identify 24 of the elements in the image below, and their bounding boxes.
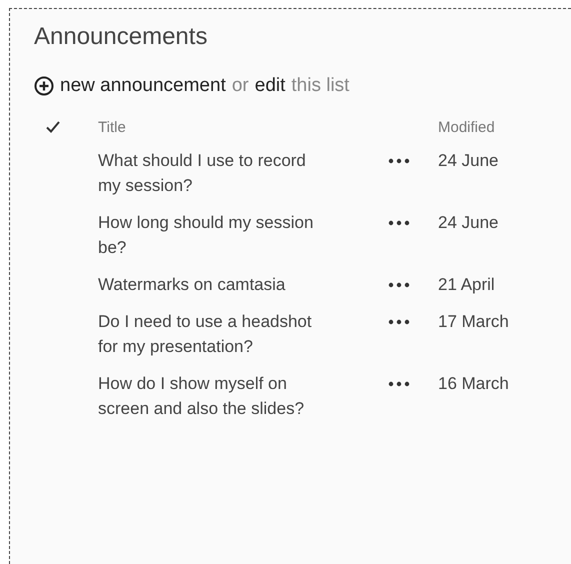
column-header[interactable]: Title — [98, 119, 388, 136]
modified-date: 16 March — [438, 373, 510, 395]
announcement-title[interactable]: Do I need to use a headshot for my presentation? — [98, 309, 330, 359]
modified-date: 21 April — [438, 274, 496, 296]
modified-date: 24 June — [438, 150, 500, 172]
action-link[interactable]: edit — [254, 75, 286, 97]
more-options-icon[interactable] — [388, 282, 410, 288]
column-header[interactable]: Modified — [438, 119, 571, 136]
more-options-icon[interactable] — [388, 220, 410, 226]
announcement-title[interactable]: How long should my session be? — [98, 210, 330, 260]
more-options-icon[interactable] — [388, 158, 410, 164]
announcement-title[interactable]: How do I show myself on screen and also the slides? — [98, 371, 330, 421]
announcement-title[interactable]: What should I use to record my session? — [98, 148, 330, 198]
add-icon[interactable] — [34, 76, 54, 96]
more-options-icon[interactable] — [388, 319, 410, 325]
action-text: this list — [291, 75, 350, 97]
action-text: or — [232, 75, 249, 97]
check-icon[interactable] — [46, 121, 60, 133]
list-title: Announcements — [34, 23, 208, 51]
more-options-icon[interactable] — [388, 381, 410, 387]
modified-date: 24 June — [438, 212, 500, 234]
modified-date: 17 March — [438, 311, 510, 333]
action-link[interactable]: new announcement — [60, 75, 226, 97]
announcement-title[interactable]: Watermarks on camtasia — [98, 272, 330, 297]
